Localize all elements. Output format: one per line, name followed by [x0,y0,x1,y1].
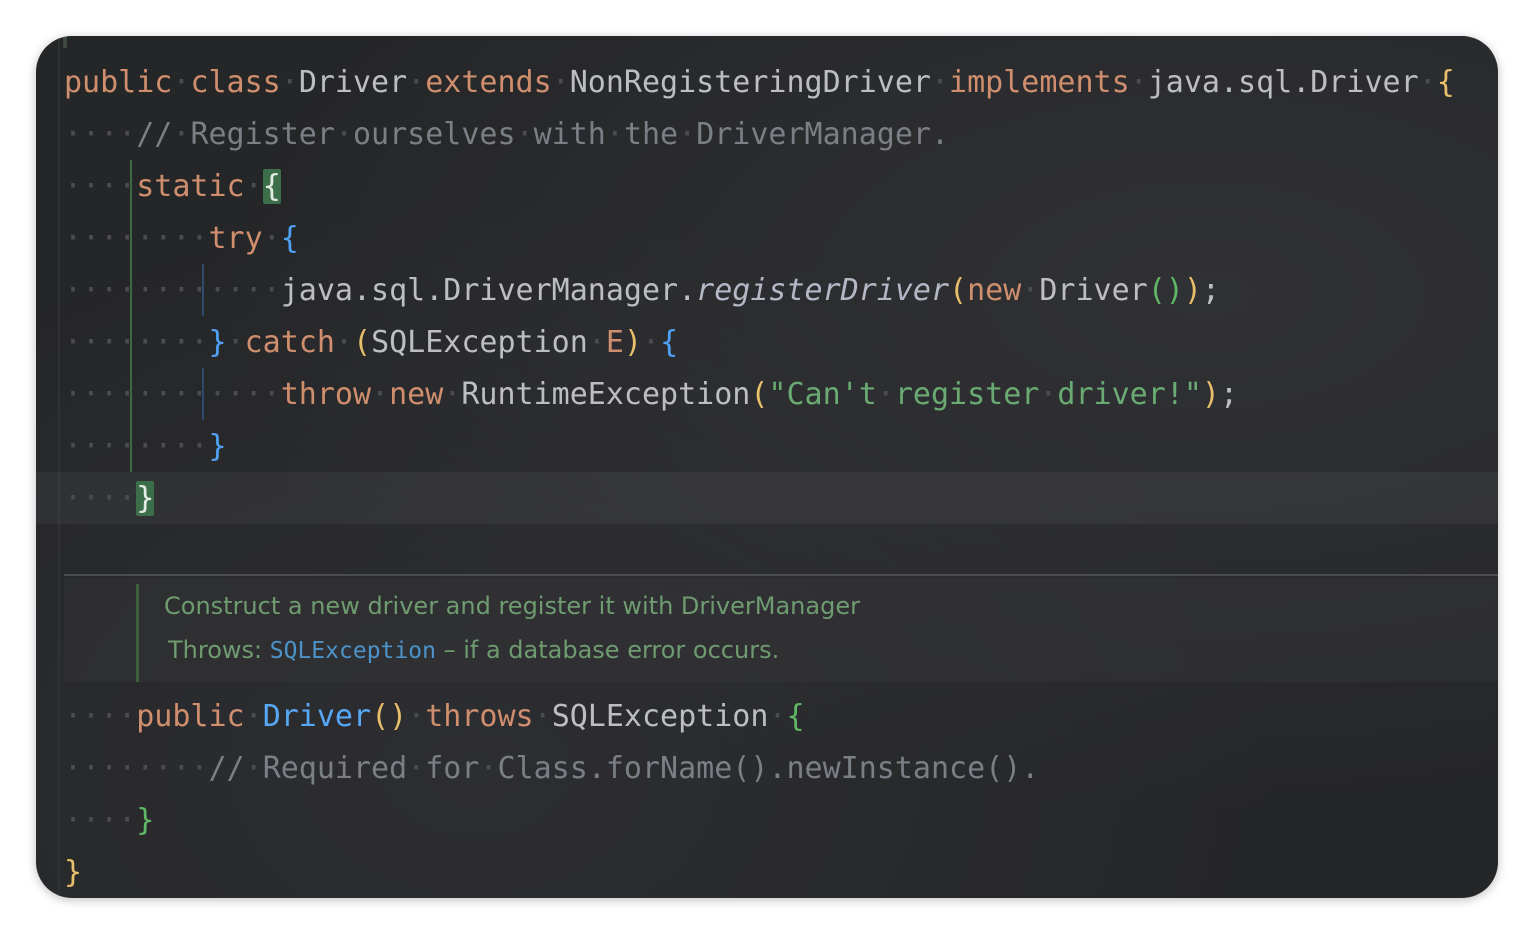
javadoc-throws-link[interactable]: SQLException [270,638,436,664]
gutter-border [58,36,60,898]
code-line-11[interactable]: ········//·Required·for·Class.forName().… [64,743,1039,795]
doc-separator [64,574,1498,576]
code-line-4[interactable]: ········try·{ [64,213,299,265]
javadoc-summary: Construct a new driver and register it w… [164,592,860,620]
change-marker [63,36,67,48]
current-line-highlight [36,472,1498,524]
code-line-7[interactable]: ············throw·new·RuntimeException("… [64,369,1238,421]
code-line-8[interactable]: ········} [64,421,227,473]
javadoc-throws: Throws: SQLException – if a database err… [168,636,780,664]
code-line-1[interactable]: public·class·Driver·extends·NonRegisteri… [64,57,1455,109]
code-line-3[interactable]: ····static·{ [64,161,281,213]
code-line-13[interactable]: } [64,847,82,898]
code-line-10[interactable]: ····public·Driver()·throws·SQLException·… [64,691,805,743]
code-line-2[interactable]: ····//·Register·ourselves·with·the·Drive… [64,109,949,161]
javadoc-bar [136,584,139,682]
code-editor[interactable]: public·class·Driver·extends·NonRegisteri… [36,36,1498,898]
code-line-12[interactable]: ····} [64,795,154,847]
code-line-5[interactable]: ············java.sql.DriverManager.regis… [64,265,1220,317]
code-line-6[interactable]: ········}·catch·(SQLException·E)·{ [64,317,678,369]
code-line-9[interactable]: ····} [64,473,155,525]
